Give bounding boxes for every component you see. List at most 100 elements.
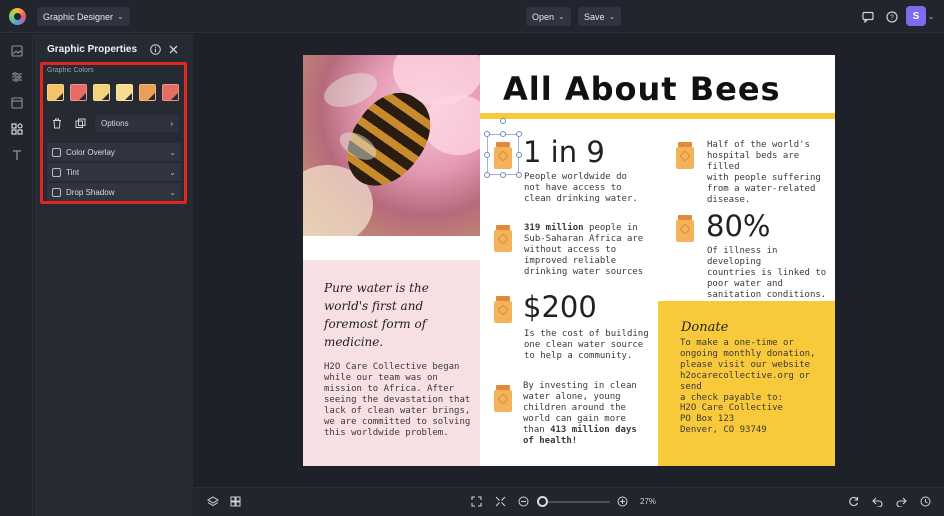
comments-icon[interactable] [858, 7, 877, 26]
chevron-down-icon: ⌄ [117, 12, 124, 21]
resize-handle[interactable] [500, 131, 506, 137]
bee-photo[interactable] [303, 55, 480, 236]
resize-handle[interactable] [484, 152, 490, 158]
tint-row[interactable]: Tint ⌄ [47, 163, 181, 181]
color-swatch[interactable] [70, 84, 87, 101]
resize-handle[interactable] [516, 131, 522, 137]
history-icon[interactable] [917, 493, 934, 510]
refresh-icon[interactable] [845, 493, 862, 510]
stat-one-in-nine[interactable]: 1 in 9 [523, 135, 605, 169]
rotate-handle[interactable] [500, 118, 506, 124]
color-swatch[interactable] [93, 84, 110, 101]
stat-six-text[interactable]: Of illness in developing countries is li… [707, 246, 832, 301]
help-icon[interactable]: ? [882, 7, 901, 26]
drop-shadow-checkbox[interactable] [52, 187, 61, 197]
resize-handle[interactable] [516, 152, 522, 158]
color-swatch[interactable] [162, 84, 179, 101]
stat-two-bold: 319 million [524, 223, 584, 233]
stat-four-bold-a: 413 million days [550, 425, 637, 435]
stat-two-text[interactable]: 319 million people in Sub-Saharan Africa … [524, 223, 654, 278]
color-overlay-checkbox[interactable] [52, 147, 61, 157]
zoom-slider-handle[interactable] [537, 496, 548, 507]
color-swatch[interactable] [116, 84, 133, 101]
options-button[interactable]: Options › [95, 115, 179, 132]
layers-icon[interactable] [204, 493, 221, 510]
stat-eighty-percent[interactable]: 80% [706, 209, 770, 243]
resize-handle[interactable] [516, 172, 522, 178]
title-underline-strip [480, 113, 835, 119]
stat-two-text-b: Sub-Saharan Africa are without access to… [524, 234, 644, 277]
chevron-down-icon: ⌄ [608, 12, 616, 21]
chevron-down-icon: ⌄ [169, 187, 176, 197]
chevron-down-icon: ⌄ [169, 167, 176, 177]
quote-text[interactable]: Pure water is the world's first and fore… [324, 279, 464, 351]
panel-title: Graphic Properties [47, 44, 138, 55]
stat-one-text[interactable]: People worldwide do not have access to c… [524, 172, 654, 205]
resize-handle[interactable] [500, 172, 506, 178]
zoom-slider-track[interactable] [540, 501, 610, 503]
honey-jar-icon[interactable] [676, 142, 694, 170]
grid-icon[interactable] [227, 493, 244, 510]
stat-four-text[interactable]: By investing in clean water alone, young… [523, 381, 653, 447]
fit-to-screen-icon[interactable] [468, 493, 485, 510]
image-manager-icon[interactable] [8, 42, 25, 59]
open-button[interactable]: Open ⌄ [526, 7, 571, 26]
stat-three-text[interactable]: Is the cost of building one clean water … [524, 329, 654, 362]
delete-icon[interactable] [49, 116, 64, 131]
design-canvas[interactable]: All About Bees Pure water is the world's… [303, 55, 835, 466]
info-icon[interactable] [148, 42, 162, 56]
save-label: Save [584, 11, 605, 22]
chevron-right-icon: › [170, 119, 173, 128]
honey-jar-icon[interactable] [494, 225, 512, 253]
user-avatar[interactable]: S [906, 6, 926, 26]
color-overlay-label: Color Overlay [66, 147, 115, 157]
chevron-down-icon: ⌄ [558, 12, 565, 21]
redo-icon[interactable] [893, 493, 910, 510]
duplicate-icon[interactable] [73, 116, 88, 131]
account-chevron-down-icon[interactable]: ⌄ [925, 7, 937, 26]
stat-five-text[interactable]: Half of the world's hospital beds are fi… [707, 140, 832, 206]
open-label: Open [532, 11, 555, 22]
poster-title[interactable]: All About Bees [503, 70, 781, 108]
chevron-down-icon: ⌄ [169, 147, 176, 157]
resize-handle[interactable] [484, 131, 490, 137]
donate-title[interactable]: Donate [681, 320, 728, 335]
zoom-in-icon[interactable] [614, 493, 631, 510]
tool-rail [0, 34, 33, 516]
adjustments-icon[interactable] [8, 68, 25, 85]
selection-box[interactable] [487, 134, 519, 175]
stat-four-than: than [523, 425, 551, 435]
top-bar: Graphic Designer ⌄ Open ⌄ Save ⌄ ? S ⌄ [0, 0, 944, 33]
zoom-out-icon[interactable] [515, 493, 532, 510]
actual-size-icon[interactable] [492, 493, 509, 510]
stat-four-bold-b: of health! [523, 436, 578, 446]
graphics-icon[interactable] [8, 120, 25, 137]
zoom-level[interactable]: 27% [640, 497, 656, 506]
quote-body-text[interactable]: H2O Care Collective began while our team… [324, 362, 474, 439]
stat-cost[interactable]: $200 [523, 290, 597, 324]
svg-text:?: ? [890, 14, 894, 21]
resize-handle[interactable] [484, 172, 490, 178]
drop-shadow-row[interactable]: Drop Shadow ⌄ [47, 183, 181, 201]
stat-four-text-a: By investing in clean water alone, young… [523, 381, 637, 424]
honey-jar-icon[interactable] [676, 215, 694, 243]
donate-text[interactable]: To make a one-time or ongoing monthly do… [680, 338, 830, 404]
project-menu-button[interactable]: Graphic Designer ⌄ [37, 7, 130, 26]
project-name: Graphic Designer [43, 11, 114, 22]
color-swatch[interactable] [47, 84, 64, 101]
color-swatch[interactable] [139, 84, 156, 101]
text-icon[interactable] [8, 146, 25, 163]
close-icon[interactable] [166, 42, 180, 56]
tint-label: Tint [66, 167, 80, 177]
donate-address[interactable]: H2O Care Collective PO Box 123 Denver, C… [680, 403, 830, 436]
honey-jar-icon[interactable] [494, 296, 512, 324]
undo-icon[interactable] [869, 493, 886, 510]
tint-checkbox[interactable] [52, 167, 61, 177]
layout-icon[interactable] [8, 94, 25, 111]
options-label: Options [101, 119, 129, 128]
befunky-logo-icon[interactable] [9, 8, 26, 25]
honey-jar-icon[interactable] [494, 385, 512, 413]
drop-shadow-label: Drop Shadow [66, 187, 115, 197]
save-button[interactable]: Save ⌄ [578, 7, 622, 26]
color-overlay-row[interactable]: Color Overlay ⌄ [47, 143, 181, 161]
